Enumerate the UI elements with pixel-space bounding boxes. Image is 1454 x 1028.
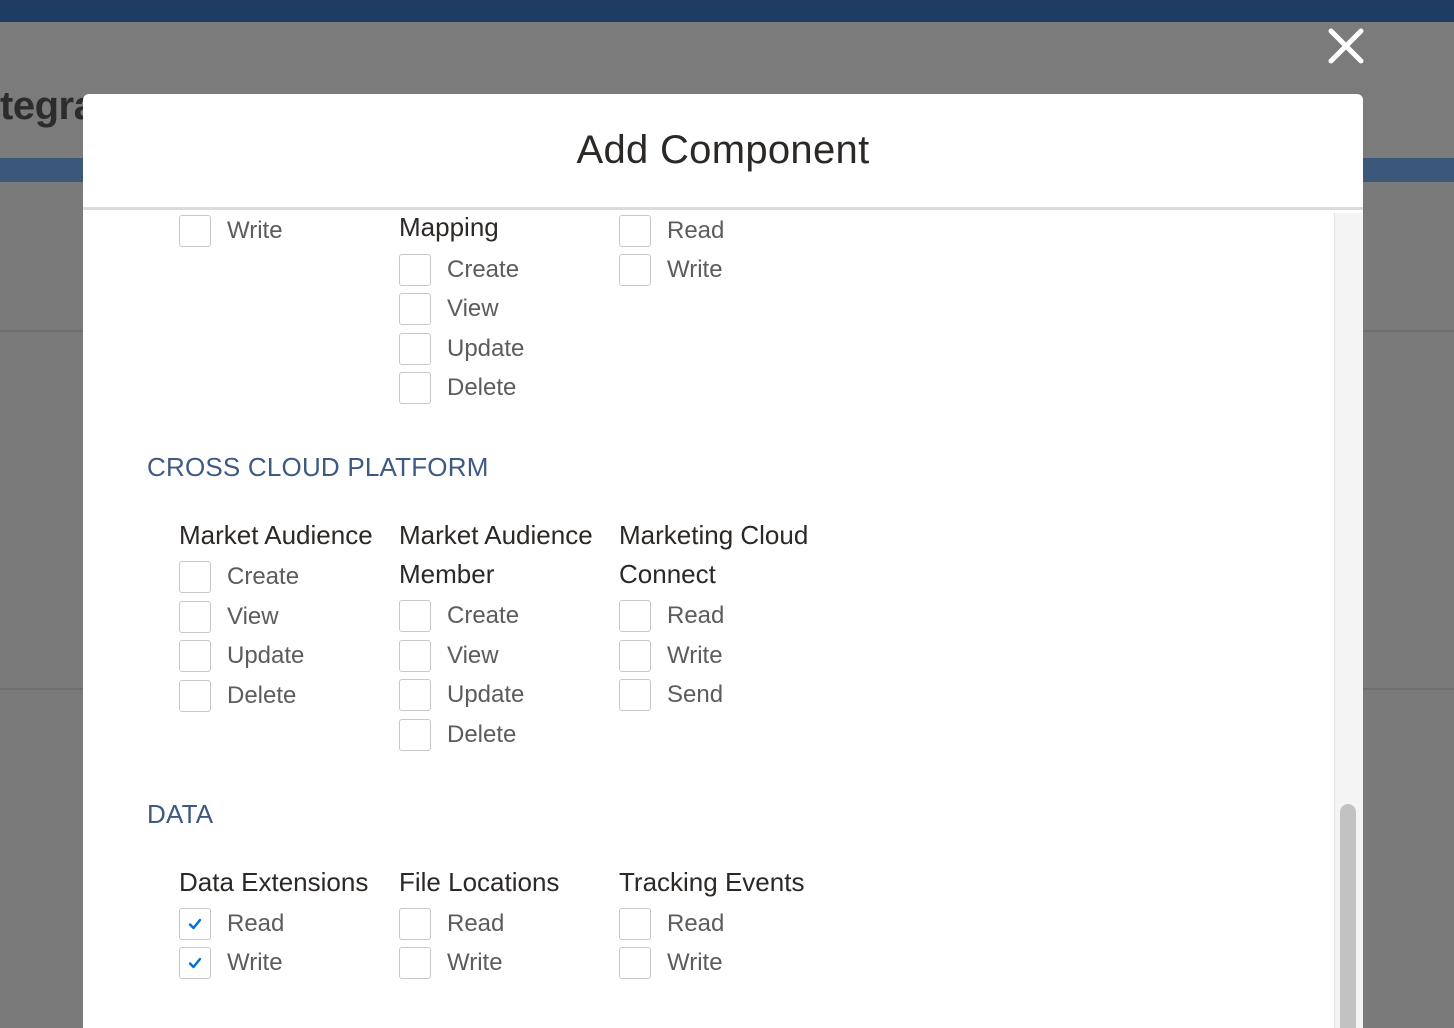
permission-label: Delete xyxy=(447,374,517,401)
permission-checkbox-update[interactable]: Update xyxy=(399,679,524,711)
permission-label: Write xyxy=(447,949,503,976)
permission-checkbox-view[interactable]: View xyxy=(399,293,499,325)
permission-checkbox-create[interactable]: Create xyxy=(399,254,519,286)
background-top-bar xyxy=(0,0,1454,22)
permission-label: Read xyxy=(667,602,725,629)
checkbox[interactable] xyxy=(619,947,651,979)
group-title: Mapping xyxy=(399,213,499,242)
checkbox[interactable] xyxy=(399,600,431,632)
checkbox[interactable] xyxy=(179,561,211,593)
close-icon xyxy=(1328,28,1364,64)
permission-label: Write xyxy=(227,949,283,976)
permission-checkbox-delete[interactable]: Delete xyxy=(399,372,516,404)
permission-label: Update xyxy=(227,642,305,669)
permission-checkbox-view[interactable]: View xyxy=(399,640,499,672)
add-component-modal: Add Component Write Mapping Create View … xyxy=(83,94,1363,1028)
permission-checkbox-write[interactable]: Write xyxy=(179,947,283,979)
permission-label: Read xyxy=(447,910,505,937)
section-heading-data: DATA xyxy=(147,799,214,829)
permission-checkbox-create[interactable]: Create xyxy=(179,561,299,593)
permission-label: View xyxy=(447,642,499,669)
permission-label: Delete xyxy=(447,721,517,748)
checkbox[interactable] xyxy=(179,947,211,979)
modal-body[interactable]: Write Mapping Create View Update Delete … xyxy=(83,213,1334,1028)
permission-checkbox-delete[interactable]: Delete xyxy=(179,680,296,712)
checkbox[interactable] xyxy=(399,719,431,751)
checkbox[interactable] xyxy=(399,254,431,286)
permission-checkbox-read[interactable]: Read xyxy=(619,908,724,940)
permission-checkbox-create[interactable]: Create xyxy=(399,600,519,632)
permission-label: Read xyxy=(227,910,285,937)
checkbox[interactable] xyxy=(399,947,431,979)
permission-label: Write xyxy=(667,256,723,283)
checkbox[interactable] xyxy=(619,908,651,940)
scrollbar-thumb[interactable] xyxy=(1340,804,1356,1028)
permission-label: Read xyxy=(667,217,725,244)
permission-checkbox-view[interactable]: View xyxy=(179,601,279,633)
group-title-marketing-cloud-connect: Marketing Cloud Connect xyxy=(619,520,809,589)
permission-checkbox-send[interactable]: Send xyxy=(619,679,723,711)
permission-checkbox-write[interactable]: Write xyxy=(619,254,723,286)
checkbox[interactable] xyxy=(399,372,431,404)
permission-label: Update xyxy=(447,681,525,708)
permission-label: Create xyxy=(227,563,300,590)
permission-label: Create xyxy=(447,256,520,283)
permission-label: Write xyxy=(667,642,723,669)
checkmark-icon xyxy=(188,918,202,930)
group-title-market-audience: Market Audience xyxy=(179,520,373,550)
checkbox[interactable] xyxy=(179,908,211,940)
permission-label: Read xyxy=(667,910,725,937)
permission-checkbox-read[interactable]: Read xyxy=(619,215,724,247)
close-button[interactable] xyxy=(1322,22,1370,70)
checkbox[interactable] xyxy=(399,293,431,325)
checkmark-icon xyxy=(188,957,202,969)
permission-checkbox-write[interactable]: Write xyxy=(399,947,503,979)
permission-checkbox-write[interactable]: Write xyxy=(619,947,723,979)
permission-checkbox-update[interactable]: Update xyxy=(179,640,304,672)
checkbox[interactable] xyxy=(179,601,211,633)
checkbox[interactable] xyxy=(179,215,211,247)
permission-label: View xyxy=(227,603,279,630)
checkbox[interactable] xyxy=(399,908,431,940)
group-title-tracking-events: Tracking Events xyxy=(619,867,805,897)
checkbox[interactable] xyxy=(619,679,651,711)
permission-label: Create xyxy=(447,602,520,629)
checkbox[interactable] xyxy=(399,333,431,365)
permission-checkbox-read[interactable]: Read xyxy=(179,908,284,940)
permission-checkbox-read[interactable]: Read xyxy=(399,908,504,940)
section-heading-cross-cloud-platform: CROSS CLOUD PLATFORM xyxy=(147,452,489,482)
group-title-file-locations: File Locations xyxy=(399,867,560,897)
checkbox[interactable] xyxy=(619,600,651,632)
checkbox[interactable] xyxy=(619,640,651,672)
checkbox[interactable] xyxy=(179,640,211,672)
permission-label: View xyxy=(447,295,499,322)
checkbox[interactable] xyxy=(619,254,651,286)
background-page-title: tegra xyxy=(0,84,96,128)
group-title-data-extensions: Data Extensions xyxy=(179,867,369,897)
modal-header: Add Component xyxy=(83,94,1363,210)
permission-label: Write xyxy=(227,217,283,244)
checkbox[interactable] xyxy=(399,679,431,711)
checkbox[interactable] xyxy=(179,680,211,712)
permission-label: Delete xyxy=(227,682,297,709)
permission-checkbox-delete[interactable]: Delete xyxy=(399,719,516,751)
permission-checkbox-update[interactable]: Update xyxy=(399,333,524,365)
permission-label: Write xyxy=(667,949,723,976)
permission-label: Update xyxy=(447,335,525,362)
permission-checkbox-write[interactable]: Write xyxy=(179,215,283,247)
checkbox[interactable] xyxy=(399,640,431,672)
permission-checkbox-read[interactable]: Read xyxy=(619,600,724,632)
permission-checkbox-write[interactable]: Write xyxy=(619,640,723,672)
checkbox[interactable] xyxy=(619,215,651,247)
group-title-market-audience-member: Market Audience Member xyxy=(399,520,593,589)
modal-title: Add Component xyxy=(576,128,870,172)
permission-label: Send xyxy=(667,681,724,708)
